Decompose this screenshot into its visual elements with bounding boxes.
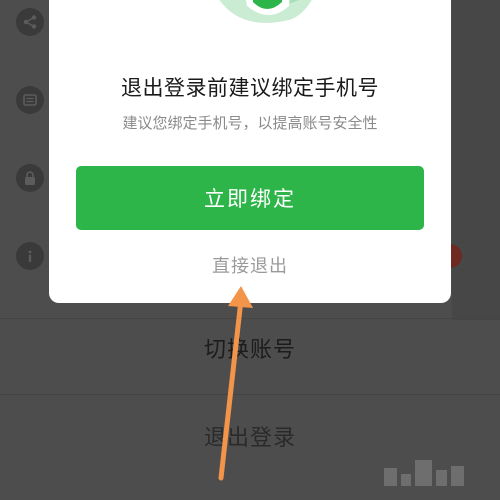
bind-now-button[interactable]: 立即绑定 xyxy=(76,166,424,230)
dialog-subtitle: 建议您绑定手机号，以提高账号安全性 xyxy=(122,114,378,132)
share-icon xyxy=(16,8,44,36)
dialog-title: 退出登录前建议绑定手机号 xyxy=(121,76,379,100)
divider xyxy=(0,318,500,319)
bind-phone-dialog: 退出登录前建议绑定手机号 建议您绑定手机号，以提高账号安全性 立即绑定 直接退出 xyxy=(49,0,451,303)
background-side-panel xyxy=(452,0,500,320)
logout-item[interactable]: 退出登录 xyxy=(0,420,500,452)
list-icon xyxy=(16,86,44,114)
switch-account-item[interactable]: 切换账号 xyxy=(0,332,500,364)
shield-icon xyxy=(219,0,312,23)
lock-icon xyxy=(16,164,44,192)
exit-directly-link[interactable]: 直接退出 xyxy=(49,252,451,278)
info-icon xyxy=(16,242,44,270)
watermark xyxy=(384,458,464,486)
divider xyxy=(0,394,500,395)
